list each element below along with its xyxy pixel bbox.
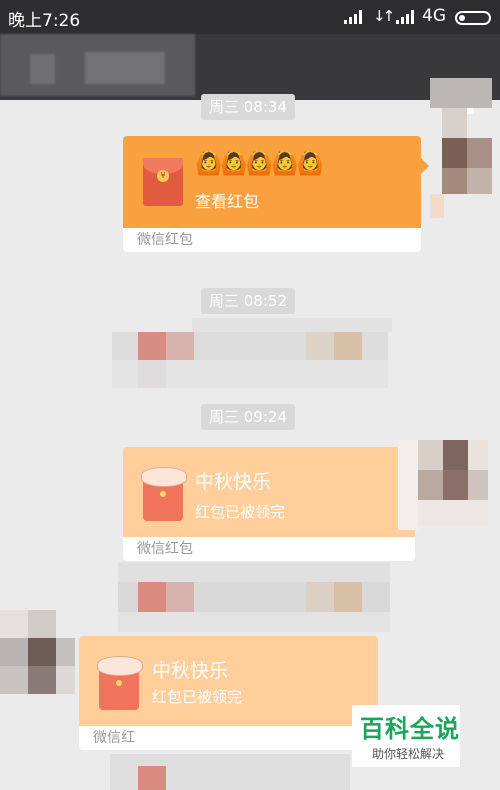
avatar-self[interactable] xyxy=(398,440,492,530)
blurred-message xyxy=(118,562,390,632)
red-packet-subtitle: 红包已被领完 xyxy=(195,503,286,521)
blurred-message xyxy=(110,754,350,790)
red-envelope-icon: ¥ xyxy=(143,158,183,206)
bubble-tail xyxy=(421,158,429,174)
signal-icon-2 xyxy=(396,10,418,24)
emoji-row: 🙆🙆🙆🙆🙆 xyxy=(195,152,324,177)
red-packet-message[interactable]: 中秋快乐 红包已被领完 微信红 xyxy=(79,636,378,750)
blur-tile xyxy=(85,52,165,84)
message-time: 周三 09:24 xyxy=(201,404,295,430)
signal-icon xyxy=(344,10,366,24)
red-packet-card: 中秋快乐 红包已被领完 xyxy=(79,636,378,726)
red-packet-subtitle: 查看红包 xyxy=(195,192,260,211)
data-transfer-icon: ↓↑ xyxy=(373,7,395,25)
red-packet-footer: 微信红包 xyxy=(123,228,421,252)
blurred-message xyxy=(112,318,392,390)
red-packet-card: 中秋快乐 红包已被领完 xyxy=(123,447,415,537)
avatar-self[interactable] xyxy=(430,78,492,218)
blur-tile xyxy=(30,54,55,84)
red-packet-card: ¥ 🙆🙆🙆🙆🙆 查看红包 xyxy=(123,136,421,228)
red-packet-message[interactable]: 中秋快乐 红包已被领完 微信红包 xyxy=(123,447,415,561)
message-time: 周三 08:34 xyxy=(201,94,295,120)
red-packet-footer: 微信红 xyxy=(79,726,378,750)
opened-envelope-icon xyxy=(97,656,143,710)
network-type: 4G xyxy=(422,6,446,26)
avatar-contact[interactable] xyxy=(0,610,75,715)
red-packet-title: 中秋快乐 xyxy=(195,471,272,493)
watermark-title: 百科全说 xyxy=(360,715,460,743)
status-time: 晚上7:26 xyxy=(8,11,81,31)
status-bar: 晚上7:26 ↓↑ 4G xyxy=(0,0,500,34)
message-time: 周三 08:52 xyxy=(201,288,295,314)
chat-header xyxy=(0,34,500,114)
watermark-logo: 百科全说 助你轻松解决 xyxy=(352,705,460,767)
opened-envelope-icon xyxy=(141,467,187,521)
watermark-subtitle: 助你轻松解决 xyxy=(372,747,445,761)
red-packet-message[interactable]: ¥ 🙆🙆🙆🙆🙆 查看红包 微信红包 xyxy=(123,136,429,252)
battery-icon xyxy=(455,11,491,25)
red-packet-subtitle: 红包已被领完 xyxy=(152,688,243,706)
red-packet-title: 中秋快乐 xyxy=(152,660,229,682)
red-packet-footer: 微信红包 xyxy=(123,537,415,561)
